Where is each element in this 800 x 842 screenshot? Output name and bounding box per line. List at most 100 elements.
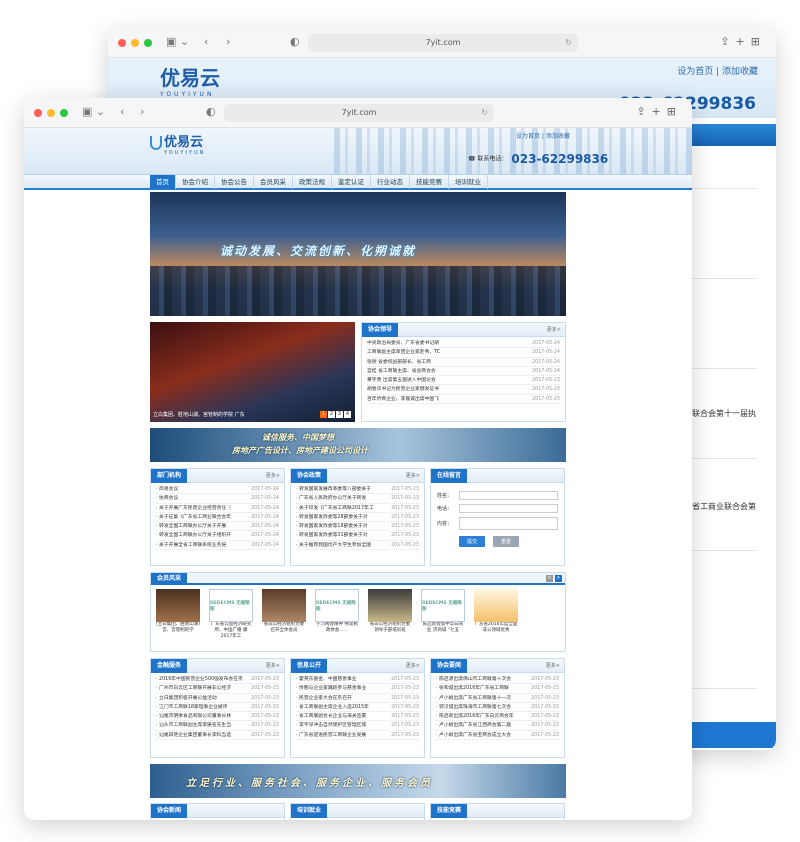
news-fragment[interactable]: 联合会第十一届执 [692,408,756,419]
list-item[interactable]: · 关于开展全省工商联系统业务培 2017-05-24 [156,541,279,551]
member-thumbnail[interactable]: DEDECMS 无缩略图 学习两会精神 畅谈执 政体会…… [315,589,359,640]
pager-3[interactable]: 3 [336,411,343,418]
nav-notice[interactable]: 协会公告 [215,175,254,189]
list-item[interactable]: · 汕头市工商联副主席李振名先生当 2017-05-23 [156,721,279,731]
list-item[interactable]: · 侨胞与企业家踊跃参与慈善事业 2017-05-23 [296,684,419,694]
nav-certification[interactable]: 鉴定认证 [332,175,371,189]
zoom-button[interactable] [144,39,152,47]
address-bar[interactable]: 7yit.com ↻ [308,34,578,52]
list-item[interactable]: · 广东省人民政府办公厅关于转发 2017-05-23 [296,494,419,504]
list-item[interactable]: · 关于印发《广东省工商联2017年工 2017-05-23 [296,504,419,513]
reload-icon[interactable]: ↻ [481,104,488,122]
list-item[interactable]: · 民营企业家大会在京召开 2017-05-23 [296,694,419,703]
zoom-button[interactable] [60,109,68,117]
nav-home[interactable]: 首页 [150,175,176,189]
list-item[interactable]: · 简易会议 2017-05-24 [156,485,279,495]
list-item[interactable]: · 转发国家发改委等18部委关于对 2017-05-23 [296,522,419,532]
list-item[interactable]: · 广州市白云区工商联开展非公经济 2017-05-23 [156,684,279,694]
list-item[interactable]: · 汕尾四钜企业集团董事长李科当选 2017-05-23 [156,731,279,741]
forward-arrow-icon[interactable]: › [140,105,144,118]
hero-banner[interactable]: 诚动发展、交流创新、化朔诚就 [150,192,566,316]
phone-input[interactable] [459,504,558,513]
nav-policy[interactable]: 政策法规 [293,175,332,189]
back-arrow-icon[interactable]: ‹ [204,35,208,48]
more-link[interactable]: 更多> [547,326,561,333]
back-arrow-icon[interactable]: ‹ [120,105,124,118]
nav-about[interactable]: 协会介绍 [176,175,215,189]
sidebar-toggle-icon[interactable]: ▣ ⌄ [82,105,105,118]
member-thumbnail[interactable]: 省非公经济组织党委 召开全体会员 [262,589,306,640]
address-bar[interactable]: 7yit.com ↻ [224,104,494,122]
list-item[interactable]: · 省工商联副主席企业入选2015年 2017-05-23 [296,703,419,713]
pager-1[interactable]: 1 [320,411,327,418]
ad-banner[interactable]: 诚信服务、中国梦想 房地产广告设计、房地产建设公司设计 [150,428,566,462]
list-item[interactable]: · 江门市工商联18家理事企业被评 2017-05-23 [156,703,279,713]
content-textarea[interactable] [459,517,558,530]
top-links[interactable]: 设为首页 | 添加收藏 [516,131,570,140]
member-thumbnail[interactable]: 广东省2016年度全面 非公领域优秀 [474,589,518,640]
list-item[interactable]: · 协商会议 2017-05-24 [156,494,279,504]
nav-contest[interactable]: 技能竞赛 [410,175,449,189]
list-item[interactable]: · 汕尾市明季食品有限公司董事长林 2017-05-23 [156,712,279,722]
list-item[interactable]: · 卢小娟出席广东省宝商会成立大会 2017-05-23 [436,731,559,741]
list-item[interactable]: · 转发全国工商联办公厅关于组织开 2017-05-24 [156,531,279,541]
prev-arrow-icon[interactable]: < [546,575,553,582]
list-item[interactable]: · 转发国家发展改革委等八部委关于 2017-05-23 [296,485,419,495]
list-item[interactable]: · 张和城出席2016年广东省工商联 2017-05-23 [436,684,559,694]
list-item[interactable]: · 陈启新出席2016年广东白云商会年 2017-05-23 [436,712,559,722]
member-thumbnail[interactable]: (立白集团、胜地山湖) 宫、宫管制的学 [156,589,200,640]
list-item[interactable]: 百年侨商企业、李嘉诚出席中国飞 2017-05-23 [367,395,560,405]
top-links[interactable]: 设为首页 | 添加收藏 [677,64,758,77]
list-item[interactable]: 中央政治局委员、广东省委书记胡 2017-05-24 [367,339,560,349]
more-link[interactable]: 更多> [546,662,560,669]
more-link[interactable]: 更多> [406,472,420,479]
shield-icon[interactable]: ◐ [206,105,216,118]
news-fragment[interactable]: 省工商业联合会第 [692,501,756,512]
list-item[interactable]: · 转发国家发改委等28部委关于对 2017-05-23 [296,513,419,523]
member-thumbnail[interactable]: DEDECMS 无缩略图 陈启新会加中华白商业 济商城 “七五 [421,589,465,640]
list-item[interactable]: · 卢小娟出席广东省工商联第十一次 2017-05-23 [436,694,559,703]
list-item[interactable]: · 2016年中国民营企业500强发布会在京 2017-05-23 [156,675,279,685]
news-slider[interactable]: 立白集团、胜地山湖、宫管制的学院 广东 1 2 3 4 [150,322,355,422]
list-item[interactable]: · 卢小娟出席广东省江西商会第二届 2017-05-23 [436,721,559,731]
reset-button[interactable]: 重置 [493,536,520,547]
list-item[interactable]: · 广东省促进民营工商联企业发展 2017-05-23 [296,731,419,741]
nav-members[interactable]: 会员风采 [254,175,293,189]
list-item[interactable]: · 省工商联副会长企业与海关签署 2017-05-23 [296,712,419,722]
share-new-tab-overview-icons[interactable]: ⇪+⊞ [720,35,766,48]
more-link[interactable]: 更多> [266,662,280,669]
list-item[interactable]: · 转发全国工商联办公厅关于开展 2017-05-24 [156,522,279,532]
share-new-tab-overview-icons[interactable]: ⇪+⊞ [636,105,682,118]
ad-banner-2[interactable]: 立足行业、服务社会、服务企业、服务会员 [150,764,566,798]
list-item[interactable]: · 转发国家发改委等31部委关于对 2017-05-23 [296,531,419,541]
minimize-button[interactable] [47,109,55,117]
forward-arrow-icon[interactable]: › [226,35,230,48]
more-link[interactable]: 更多> [266,472,280,479]
close-button[interactable] [34,109,42,117]
list-item[interactable]: · 立白集团积极开展公益活动 2017-05-23 [156,694,279,703]
list-item[interactable]: 黄宇勇 出席第五届进入中国论会 2017-05-23 [367,376,560,386]
list-item[interactable]: 宫桂 省工商联主席、省总商会会 2017-05-24 [367,367,560,377]
site-logo[interactable]: 优易云 YOUYIYUN [150,131,205,156]
reload-icon[interactable]: ↻ [565,34,572,52]
list-item[interactable]: · 陈启源出席佛山市工商联第十次会 2017-05-23 [436,675,559,685]
close-button[interactable] [118,39,126,47]
list-item[interactable]: · 李宇深冲击自然保护区管理区域 2017-05-23 [296,721,419,731]
pager-4[interactable]: 4 [344,411,351,418]
submit-button[interactable]: 提交 [459,536,486,547]
shield-icon[interactable]: ◐ [290,35,300,48]
list-item[interactable]: · 郭汉城出席珠海市工商联第七次会 2017-05-23 [436,703,559,713]
sidebar-toggle-icon[interactable]: ▣ ⌄ [166,35,189,48]
member-thumbnail[interactable]: 省非公经济组织党委 领导于部培训班 [368,589,412,640]
list-item[interactable]: 工商联副主席率团企业家赴粤，TC 2017-05-24 [367,348,560,358]
list-item[interactable]: 胡春华书记为民营企业家颁发证书 2017-05-23 [367,385,560,395]
nav-industry[interactable]: 行业动态 [371,175,410,189]
list-item[interactable]: · 霍英东基金、中国慈善事业 2017-05-23 [296,675,419,685]
pager-2[interactable]: 2 [328,411,335,418]
list-item[interactable]: · 关于开展广东民营企业经营责任（ 2017-05-24 [156,504,279,513]
site-logo[interactable]: 优易云 YOUYIYUN [160,62,220,98]
list-item[interactable]: 张德 省委统战部部长、省工商 2017-05-24 [367,358,560,367]
list-item[interactable]: · 关于征集《广东省工商业联合会年 2017-05-24 [156,513,279,523]
more-link[interactable]: 更多> [406,662,420,669]
list-item[interactable]: · 关于推荐我国优产大学生参加全国 2017-05-23 [296,541,419,551]
